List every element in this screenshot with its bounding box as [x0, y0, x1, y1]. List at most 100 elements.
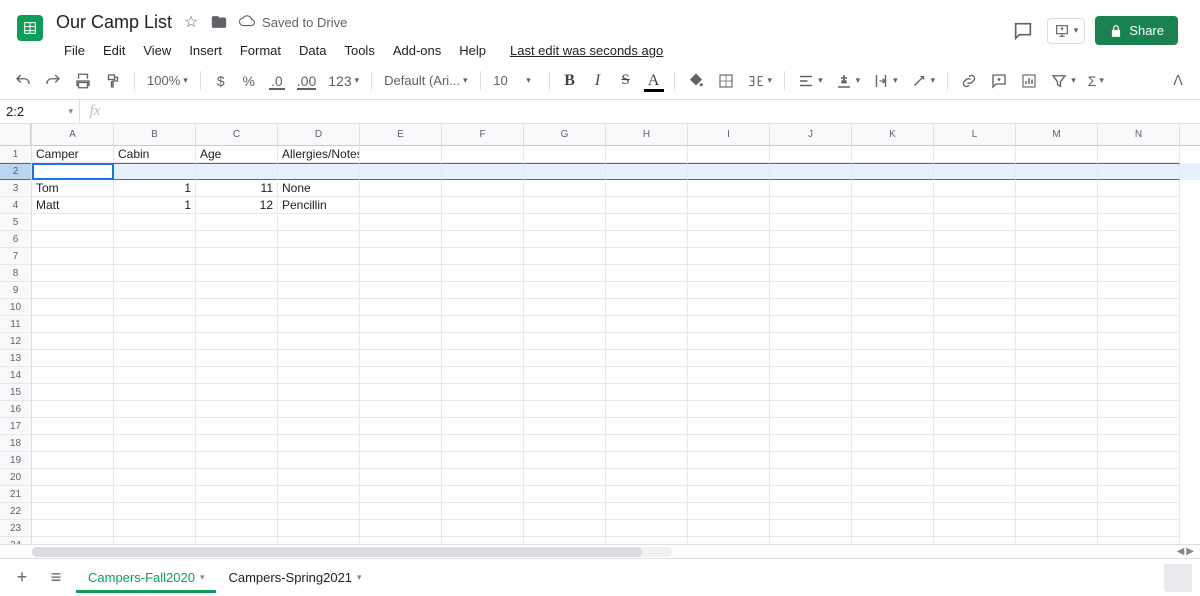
cell-M20[interactable]: [1016, 469, 1098, 486]
cell-H4[interactable]: [606, 197, 688, 214]
cell-G7[interactable]: [524, 248, 606, 265]
cell-B4[interactable]: 1: [114, 197, 196, 214]
zoom-selector[interactable]: 100%: [143, 68, 192, 94]
cell-K13[interactable]: [852, 350, 934, 367]
cell-F13[interactable]: [442, 350, 524, 367]
cell-N7[interactable]: [1098, 248, 1180, 265]
cell-H7[interactable]: [606, 248, 688, 265]
cell-D15[interactable]: [278, 384, 360, 401]
cell-L23[interactable]: [934, 520, 1016, 537]
sheet-tab-Campers-Fall2020[interactable]: Campers-Fall2020▾: [76, 562, 216, 593]
cell-I21[interactable]: [688, 486, 770, 503]
cell-E21[interactable]: [360, 486, 442, 503]
cell-K20[interactable]: [852, 469, 934, 486]
scroll-right-icon[interactable]: ▶: [1186, 546, 1194, 557]
cell-B20[interactable]: [114, 469, 196, 486]
cell-K22[interactable]: [852, 503, 934, 520]
cell-A14[interactable]: [32, 367, 114, 384]
cell-N11[interactable]: [1098, 316, 1180, 333]
cell-K16[interactable]: [852, 401, 934, 418]
cell-K3[interactable]: [852, 180, 934, 197]
cell-K11[interactable]: [852, 316, 934, 333]
chart-button[interactable]: [1016, 68, 1042, 94]
cell-F4[interactable]: [442, 197, 524, 214]
row-header-9[interactable]: 9: [0, 282, 31, 299]
menu-file[interactable]: File: [56, 39, 93, 62]
cell-I24[interactable]: [688, 537, 770, 544]
cell-B9[interactable]: [114, 282, 196, 299]
cell-E20[interactable]: [360, 469, 442, 486]
cell-K1[interactable]: [852, 146, 934, 163]
all-sheets-button[interactable]: ≡: [42, 564, 70, 592]
cell-N15[interactable]: [1098, 384, 1180, 401]
cell-E24[interactable]: [360, 537, 442, 544]
cell-L7[interactable]: [934, 248, 1016, 265]
cell-L4[interactable]: [934, 197, 1016, 214]
cell-E13[interactable]: [360, 350, 442, 367]
cell-B10[interactable]: [114, 299, 196, 316]
cell-K19[interactable]: [852, 452, 934, 469]
comments-icon[interactable]: [1009, 17, 1037, 45]
cell-E12[interactable]: [360, 333, 442, 350]
cell-M6[interactable]: [1016, 231, 1098, 248]
cell-C9[interactable]: [196, 282, 278, 299]
cell-G9[interactable]: [524, 282, 606, 299]
cell-C19[interactable]: [196, 452, 278, 469]
cell-M13[interactable]: [1016, 350, 1098, 367]
cell-N3[interactable]: [1098, 180, 1180, 197]
cell-G14[interactable]: [524, 367, 606, 384]
cell-M7[interactable]: [1016, 248, 1098, 265]
text-color-button[interactable]: A: [642, 68, 666, 94]
doc-title[interactable]: Our Camp List: [56, 12, 172, 33]
cell-D1[interactable]: Allergies/Notes: [278, 146, 360, 163]
cell-G19[interactable]: [524, 452, 606, 469]
cell-J12[interactable]: [770, 333, 852, 350]
cell-H23[interactable]: [606, 520, 688, 537]
cell-D19[interactable]: [278, 452, 360, 469]
cell-L22[interactable]: [934, 503, 1016, 520]
cell-E10[interactable]: [360, 299, 442, 316]
col-header-B[interactable]: B: [114, 124, 196, 145]
name-box[interactable]: 2:2 ▾: [0, 100, 80, 123]
cell-N13[interactable]: [1098, 350, 1180, 367]
cell-N6[interactable]: [1098, 231, 1180, 248]
cell-I6[interactable]: [688, 231, 770, 248]
cell-I18[interactable]: [688, 435, 770, 452]
cell-B13[interactable]: [114, 350, 196, 367]
cell-E19[interactable]: [360, 452, 442, 469]
cell-H1[interactable]: [606, 146, 688, 163]
cell-E11[interactable]: [360, 316, 442, 333]
cell-G20[interactable]: [524, 469, 606, 486]
cell-N22[interactable]: [1098, 503, 1180, 520]
cell-H21[interactable]: [606, 486, 688, 503]
cell-N12[interactable]: [1098, 333, 1180, 350]
cell-B8[interactable]: [114, 265, 196, 282]
merge-button[interactable]: [743, 68, 777, 94]
cell-K18[interactable]: [852, 435, 934, 452]
cell-B16[interactable]: [114, 401, 196, 418]
cell-A3[interactable]: Tom: [32, 180, 114, 197]
cell-C14[interactable]: [196, 367, 278, 384]
cell-G13[interactable]: [524, 350, 606, 367]
cell-G10[interactable]: [524, 299, 606, 316]
cell-A10[interactable]: [32, 299, 114, 316]
explore-button[interactable]: [1164, 564, 1192, 592]
cell-J5[interactable]: [770, 214, 852, 231]
cell-I19[interactable]: [688, 452, 770, 469]
cell-C24[interactable]: [196, 537, 278, 544]
cell-D4[interactable]: Pencillin: [278, 197, 360, 214]
cell-A13[interactable]: [32, 350, 114, 367]
cell-N9[interactable]: [1098, 282, 1180, 299]
cell-F3[interactable]: [442, 180, 524, 197]
menu-tools[interactable]: Tools: [336, 39, 382, 62]
h-scrollbar[interactable]: [32, 547, 672, 557]
cell-D12[interactable]: [278, 333, 360, 350]
cell-I1[interactable]: [688, 146, 770, 163]
cell-N18[interactable]: [1098, 435, 1180, 452]
star-icon[interactable]: ☆: [182, 13, 200, 31]
cell-F8[interactable]: [442, 265, 524, 282]
undo-button[interactable]: [10, 68, 36, 94]
menu-edit[interactable]: Edit: [95, 39, 133, 62]
formula-bar[interactable]: [110, 100, 1200, 123]
cell-M8[interactable]: [1016, 265, 1098, 282]
